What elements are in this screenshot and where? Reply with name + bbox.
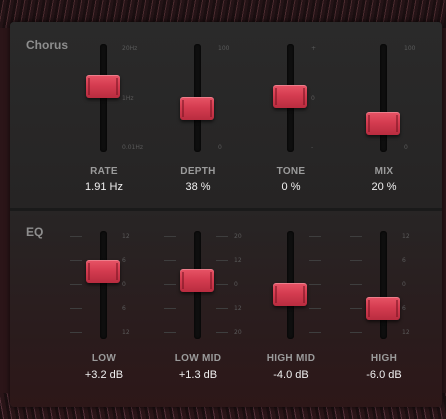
tone-scale-mid: 0 bbox=[311, 95, 315, 102]
high-mid-control: HIGH MID -4.0 dB bbox=[241, 211, 341, 407]
high-tick bbox=[350, 236, 362, 237]
mix-slider-thumb[interactable] bbox=[366, 112, 400, 135]
high-mid-label: HIGH MID bbox=[266, 353, 316, 364]
low-scale-label: 6 bbox=[122, 257, 126, 264]
rate-slider-track[interactable] bbox=[100, 44, 107, 152]
low-scale-label: 12 bbox=[122, 329, 130, 336]
depth-scale-max: 100 bbox=[218, 45, 230, 52]
rate-control: 20Hz 1Hz 0.01Hz RATE 1.91 Hz bbox=[54, 22, 154, 208]
tone-scale-max: + bbox=[311, 45, 317, 52]
depth-scale-min: 0 bbox=[218, 144, 222, 151]
low-mid-tick bbox=[164, 308, 176, 309]
tone-label: TONE bbox=[276, 166, 306, 177]
high-scale-label: 12 bbox=[402, 233, 410, 240]
low-label: LOW bbox=[91, 353, 117, 364]
high-slider-thumb[interactable] bbox=[366, 297, 400, 320]
tone-scale-min: - bbox=[311, 144, 314, 151]
low-mid-tick bbox=[164, 332, 176, 333]
low-mid-tick bbox=[216, 308, 228, 309]
tone-slider-thumb[interactable] bbox=[273, 85, 307, 108]
depth-control: 100 0 DEPTH 38 % bbox=[148, 22, 248, 208]
low-control: 12 6 0 6 12 LOW +3.2 dB bbox=[54, 211, 154, 407]
low-slider-thumb[interactable] bbox=[86, 260, 120, 283]
rate-slider-thumb[interactable] bbox=[86, 75, 120, 98]
high-mid-slider-thumb[interactable] bbox=[273, 283, 307, 306]
rate-label: RATE bbox=[90, 166, 118, 177]
high-tick bbox=[350, 260, 362, 261]
chorus-eq-plugin-panel: Chorus 20Hz 1Hz 0.01Hz RATE 1.91 Hz 100 … bbox=[10, 22, 442, 407]
high-scale-label: 6 bbox=[402, 257, 406, 264]
high-mid-tick bbox=[309, 260, 321, 261]
tone-control: + 0 - TONE 0 % bbox=[241, 22, 341, 208]
chorus-section: Chorus 20Hz 1Hz 0.01Hz RATE 1.91 Hz 100 … bbox=[10, 22, 442, 208]
low-slider-track[interactable] bbox=[100, 231, 107, 339]
low-mid-scale-label: 0 bbox=[234, 281, 238, 288]
rate-scale-min: 0.01Hz bbox=[122, 144, 144, 151]
high-tick bbox=[350, 308, 362, 309]
rate-value[interactable]: 1.91 Hz bbox=[54, 181, 154, 193]
mix-label: MIX bbox=[374, 166, 394, 177]
low-value[interactable]: +3.2 dB bbox=[54, 369, 154, 381]
low-mid-value[interactable]: +1.3 dB bbox=[148, 369, 248, 381]
low-tick bbox=[70, 236, 82, 237]
low-mid-control: 20 12 0 12 20 LOW MID +1.3 dB bbox=[148, 211, 248, 407]
low-mid-label: LOW MID bbox=[174, 353, 222, 364]
low-mid-tick bbox=[216, 332, 228, 333]
high-mid-tick bbox=[309, 308, 321, 309]
depth-slider-thumb[interactable] bbox=[180, 97, 214, 120]
mix-scale-max: 100 bbox=[404, 45, 416, 52]
low-mid-tick bbox=[216, 284, 228, 285]
mix-control: 100 0 MIX 20 % bbox=[334, 22, 434, 208]
low-tick bbox=[70, 260, 82, 261]
low-tick bbox=[70, 332, 82, 333]
high-label: HIGH bbox=[370, 353, 398, 364]
low-mid-tick bbox=[216, 236, 228, 237]
high-scale-label: 0 bbox=[402, 281, 406, 288]
rate-scale-mid: 1Hz bbox=[122, 95, 134, 102]
rate-scale-max: 20Hz bbox=[122, 45, 138, 52]
high-mid-tick bbox=[309, 284, 321, 285]
low-tick bbox=[70, 284, 82, 285]
high-mid-tick bbox=[309, 332, 321, 333]
low-mid-tick bbox=[164, 284, 176, 285]
high-scale-label: 12 bbox=[402, 329, 410, 336]
high-value[interactable]: -6.0 dB bbox=[334, 369, 434, 381]
high-slider-track[interactable] bbox=[380, 231, 387, 339]
low-mid-tick bbox=[164, 260, 176, 261]
mix-value[interactable]: 20 % bbox=[334, 181, 434, 193]
low-mid-tick bbox=[164, 236, 176, 237]
high-tick bbox=[350, 332, 362, 333]
high-tick bbox=[350, 284, 362, 285]
eq-section: EQ 12 6 0 6 12 LOW +3.2 dB 20 12 0 12 20… bbox=[10, 211, 442, 407]
low-mid-slider-thumb[interactable] bbox=[180, 269, 214, 292]
mix-scale-min: 0 bbox=[404, 144, 408, 151]
high-scale-label: 6 bbox=[402, 305, 406, 312]
high-mid-value[interactable]: -4.0 dB bbox=[241, 369, 341, 381]
high-mid-tick bbox=[309, 236, 321, 237]
eq-section-title: EQ bbox=[26, 225, 44, 239]
mix-slider-track[interactable] bbox=[380, 44, 387, 152]
low-mid-tick bbox=[216, 260, 228, 261]
depth-value[interactable]: 38 % bbox=[148, 181, 248, 193]
low-scale-label: 12 bbox=[122, 233, 130, 240]
low-tick bbox=[70, 308, 82, 309]
low-scale-label: 0 bbox=[122, 281, 126, 288]
low-scale-label: 6 bbox=[122, 305, 126, 312]
high-control: 12 6 0 6 12 HIGH -6.0 dB bbox=[334, 211, 434, 407]
tone-value[interactable]: 0 % bbox=[241, 181, 341, 193]
depth-label: DEPTH bbox=[180, 166, 216, 177]
